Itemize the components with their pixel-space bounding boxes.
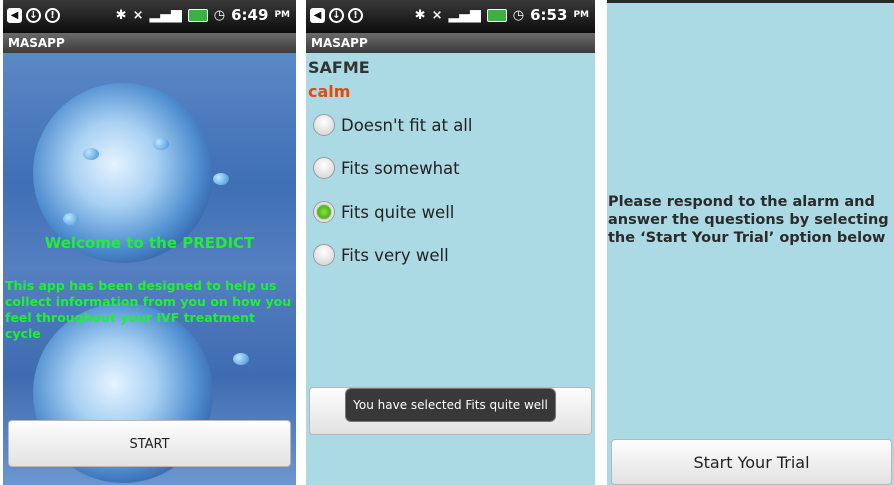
option-fits-somewhat[interactable]: Fits somewhat: [313, 157, 460, 179]
status-time: 6:49: [231, 6, 269, 24]
option-label: Fits quite well: [341, 202, 455, 222]
mood-word: calm: [308, 82, 351, 101]
option-doesnt-fit[interactable]: Doesn't fit at all: [313, 114, 472, 136]
radio-button[interactable]: [313, 244, 335, 266]
question-screen: ◀ ↓ ! ✱ ⨯ ▂▄▆ ◷ 6:53 PM MASAPP SAFME calm…: [306, 0, 595, 485]
battery-icon: [486, 8, 507, 22]
status-ampm: PM: [573, 10, 589, 20]
alarm-icon: ◷: [213, 7, 226, 23]
alarm-screen: Please respond to the alarm and answer t…: [607, 0, 894, 485]
signal-icon: ▂▄▆: [448, 7, 481, 23]
silent-icon: ⨯: [431, 7, 443, 23]
status-bar: ◀ ↓ ! ✱ ⨯ ▂▄▆ ◷ 6:49 PM: [3, 0, 296, 33]
bluetooth-icon: ✱: [115, 7, 127, 23]
bluetooth-icon: ✱: [414, 7, 426, 23]
status-ampm: PM: [274, 10, 290, 20]
download-icon: ↓: [329, 8, 344, 23]
sperm-image: [153, 138, 169, 150]
option-label: Fits somewhat: [341, 158, 460, 178]
status-time: 6:53: [530, 6, 568, 24]
sperm-image: [83, 148, 99, 160]
silent-icon: ⨯: [132, 7, 144, 23]
app-title: MASAPP: [3, 33, 296, 53]
option-fits-very-well[interactable]: Fits very well: [313, 244, 449, 266]
signal-icon: ▂▄▆: [149, 7, 182, 23]
start-button[interactable]: START: [8, 420, 291, 467]
start-trial-button[interactable]: Start Your Trial: [611, 439, 892, 485]
sperm-image: [213, 173, 229, 185]
radio-button[interactable]: [313, 114, 335, 136]
alert-icon: !: [348, 8, 363, 23]
selection-toast: You have selected Fits quite well: [345, 388, 556, 422]
radio-button-selected[interactable]: [313, 201, 335, 223]
app-title: MASAPP: [306, 33, 595, 53]
welcome-screen: ◀ ↓ ! ✱ ⨯ ▂▄▆ ◷ 6:49 PM MASAPP Welcome to…: [3, 0, 296, 485]
welcome-heading: Welcome to the PREDICT: [44, 234, 255, 252]
back-icon: ◀: [310, 8, 325, 23]
sperm-image: [233, 353, 249, 365]
sperm-image: [63, 213, 79, 225]
download-icon: ↓: [26, 8, 41, 23]
intro-text: This app has been designed to help us co…: [5, 278, 292, 341]
radio-button[interactable]: [313, 157, 335, 179]
status-bar: ◀ ↓ ! ✱ ⨯ ▂▄▆ ◷ 6:53 PM: [306, 0, 595, 33]
option-label: Fits very well: [341, 245, 449, 265]
option-fits-quite-well[interactable]: Fits quite well: [313, 201, 454, 223]
instruction-message: Please respond to the alarm and answer t…: [608, 194, 889, 246]
scale-title: SAFME: [308, 58, 370, 77]
battery-icon: [187, 8, 208, 22]
top-divider: [607, 0, 894, 3]
back-icon: ◀: [7, 8, 22, 23]
alert-icon: !: [45, 8, 60, 23]
alarm-icon: ◷: [512, 7, 525, 23]
option-label: Doesn't fit at all: [341, 115, 473, 135]
